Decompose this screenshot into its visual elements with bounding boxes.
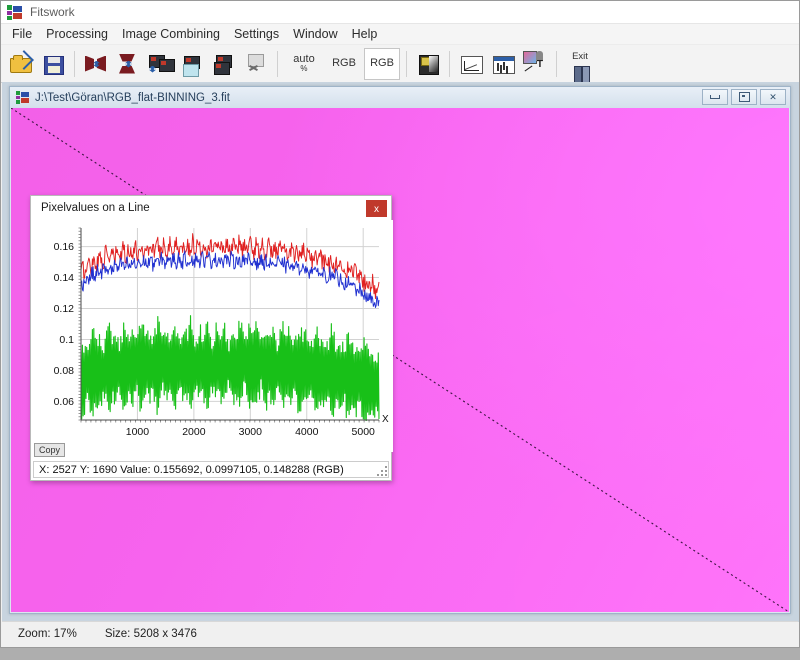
exit-door-icon — [570, 61, 590, 75]
rgb-combine-button[interactable]: RGB — [364, 48, 400, 80]
mdi-client-area: J:\Test\Göran\RGB_flat-BINNING_3.fit ✕ — [2, 82, 799, 622]
svg-text:3000: 3000 — [239, 426, 263, 438]
child-close-button[interactable]: ✕ — [760, 89, 786, 105]
auto-percent-icon: auto % — [293, 54, 314, 73]
menu-file[interactable]: File — [5, 25, 39, 43]
svg-text:0.16: 0.16 — [54, 241, 75, 253]
save-file-button[interactable] — [38, 48, 68, 80]
open-folder-icon — [9, 53, 33, 75]
svg-text:0.14: 0.14 — [54, 272, 75, 284]
rotate-image-button[interactable] — [145, 48, 175, 80]
svg-text:4000: 4000 — [295, 426, 319, 438]
toolbar-separator — [74, 51, 75, 77]
svg-text:0.1: 0.1 — [59, 334, 74, 346]
image-copy-icon — [212, 53, 236, 75]
annotate-text-icon: T — [523, 51, 543, 69]
scissors-crop-icon — [244, 53, 268, 75]
flip-horizontal-button[interactable] — [81, 48, 111, 80]
exit-button[interactable]: Exit — [563, 48, 597, 80]
menu-help[interactable]: Help — [345, 25, 385, 43]
svg-text:1000: 1000 — [126, 426, 150, 438]
copy-row: Copy — [34, 440, 65, 458]
toolbar-separator — [556, 51, 557, 77]
main-titlebar: Fitswork — [1, 1, 799, 24]
copy-button[interactable]: Copy — [34, 443, 65, 457]
menu-processing[interactable]: Processing — [39, 25, 115, 43]
toolbar: auto % RGB RGB T — [1, 45, 799, 83]
menu-image-combining[interactable]: Image Combining — [115, 25, 227, 43]
open-file-button[interactable] — [6, 48, 36, 80]
svg-text:X: X — [382, 414, 389, 425]
menubar: File Processing Image Combining Settings… — [1, 24, 799, 45]
app-title: Fitswork — [30, 5, 75, 19]
child-minimize-button[interactable] — [702, 89, 728, 105]
restore-icon — [739, 92, 750, 102]
toolbar-separator — [449, 51, 450, 77]
image-window-controls: ✕ — [702, 89, 786, 105]
exit-label: Exit — [572, 52, 588, 62]
rgb-split-button[interactable]: RGB — [326, 48, 362, 80]
grayscale-preview-button[interactable] — [413, 48, 443, 80]
line-plot-icon — [459, 53, 483, 75]
minimize-icon — [710, 95, 720, 99]
close-icon: ✕ — [769, 92, 777, 103]
svg-text:2000: 2000 — [182, 426, 206, 438]
svg-text:0.08: 0.08 — [54, 365, 75, 377]
image-window-titlebar[interactable]: J:\Test\Göran\RGB_flat-BINNING_3.fit ✕ — [10, 87, 790, 108]
image-copy-button[interactable] — [209, 48, 239, 80]
toolbar-separator — [277, 51, 278, 77]
pixelvalues-dialog: Pixelvalues on a Line x 0.060.080.10.120… — [30, 195, 392, 481]
chart-svg: 0.06 0.08 0.1 0.12 0.14 0.16 1000 2000 3000 4000 5… — [31, 220, 393, 452]
toolbar-separator — [406, 51, 407, 77]
flip-vertical-button[interactable] — [113, 48, 143, 80]
grayscale-gradient-icon — [416, 53, 440, 75]
fitswork-logo-icon — [7, 5, 22, 20]
pixel-value-readout: X: 2527 Y: 1690 Value: 0.155692, 0.09971… — [39, 464, 344, 476]
image-light-icon — [180, 53, 204, 75]
svg-text:0.06: 0.06 — [54, 396, 75, 408]
plot-line-button[interactable] — [456, 48, 486, 80]
dialog-close-button[interactable]: x — [366, 200, 387, 217]
pixelvalues-chart: 0.06 0.08 0.1 0.12 0.14 0.16 1000 2000 3000 4000 5… — [31, 220, 393, 452]
menu-settings[interactable]: Settings — [227, 25, 286, 43]
dialog-titlebar[interactable]: Pixelvalues on a Line x — [31, 196, 391, 220]
application-window: Fitswork File Processing Image Combining… — [0, 0, 800, 660]
main-statusbar: Zoom: 17% Size: 5208 x 3476 — [2, 621, 798, 646]
fitswork-logo-icon — [16, 91, 29, 104]
dialog-statusbar: X: 2527 Y: 1690 Value: 0.155692, 0.09971… — [33, 461, 389, 478]
image-window-title: J:\Test\Göran\RGB_flat-BINNING_3.fit — [35, 92, 230, 104]
child-restore-button[interactable] — [731, 89, 757, 105]
flip-horizontal-icon — [84, 53, 108, 75]
floppy-disk-icon — [41, 53, 65, 75]
size-status: Size: 5208 x 3476 — [77, 628, 197, 640]
auto-stretch-button[interactable]: auto % — [284, 48, 324, 80]
rotate-image-icon — [148, 53, 172, 75]
main-window: Fitswork File Processing Image Combining… — [0, 0, 800, 648]
zoom-status: Zoom: 17% — [2, 628, 77, 640]
rgb-icon: RGB — [370, 58, 394, 69]
histogram-button[interactable] — [488, 48, 518, 80]
flip-vertical-icon — [116, 53, 140, 75]
dialog-title: Pixelvalues on a Line — [41, 202, 150, 214]
menu-window[interactable]: Window — [286, 25, 344, 43]
rgb-icon: RGB — [332, 58, 356, 69]
svg-text:5000: 5000 — [352, 426, 376, 438]
annotate-button[interactable]: T — [520, 48, 550, 80]
image-lighten-button[interactable] — [177, 48, 207, 80]
crop-image-button[interactable] — [241, 48, 271, 80]
histogram-icon — [491, 53, 515, 75]
resize-grip[interactable] — [375, 464, 387, 476]
svg-text:0.12: 0.12 — [54, 303, 75, 315]
